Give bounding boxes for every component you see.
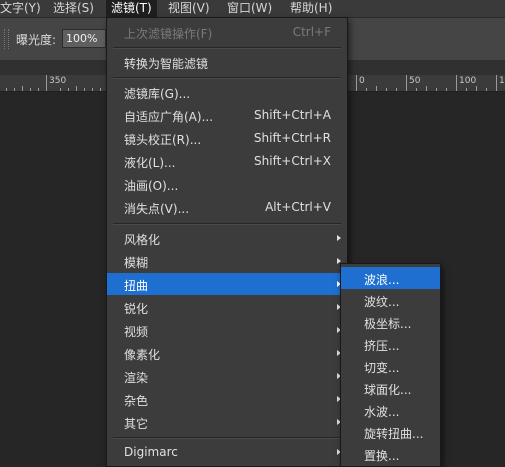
ruler-label-100: 100 (459, 76, 477, 86)
menu-item-video[interactable]: 视频 (107, 319, 347, 341)
menu-window[interactable]: 窗口(W) (227, 0, 272, 17)
menu-filter[interactable]: 滤镜(T) (106, 0, 157, 17)
exposure-input[interactable] (62, 29, 106, 48)
menu-item-liquify[interactable]: 液化(L)... Shift+Ctrl+X (107, 150, 347, 172)
distort-submenu: 波浪... 波纹... 极坐标... 挤压... 切变... 球面化... 水波… (340, 263, 441, 467)
menu-help[interactable]: 帮助(H) (290, 0, 332, 17)
menu-item-digimarc[interactable]: Digimarc (107, 441, 347, 463)
ruler-label-0: 0 (359, 76, 365, 86)
submenu-item-polar-coordinates[interactable]: 极坐标... (341, 311, 440, 333)
menu-item-filter-gallery[interactable]: 滤镜库(G)... (107, 81, 347, 103)
menu-item-last-filter[interactable]: 上次滤镜操作(F) Ctrl+F (107, 21, 347, 43)
menu-item-stylize[interactable]: 风格化 (107, 227, 347, 249)
submenu-item-spherize[interactable]: 球面化... (341, 377, 440, 399)
submenu-item-twirl[interactable]: 旋转扭曲... (341, 421, 440, 443)
menu-item-sharpen[interactable]: 锐化 (107, 296, 347, 318)
submenu-item-zigzag[interactable]: 水波... (341, 399, 440, 421)
ruler-label-350: 350 (49, 76, 67, 86)
submenu-item-ripple[interactable]: 波纹... (341, 289, 440, 311)
menu-item-oil-paint[interactable]: 油画(O)... (107, 173, 347, 195)
menu-item-other[interactable]: 其它 (107, 411, 347, 433)
menu-separator (113, 47, 341, 49)
ruler-label-150: 150 (499, 76, 505, 86)
submenu-item-shear[interactable]: 切变... (341, 355, 440, 377)
submenu-arrow-icon (337, 235, 341, 241)
menu-item-noise[interactable]: 杂色 (107, 388, 347, 410)
exposure-label: 曝光度: (16, 33, 57, 47)
menu-type[interactable]: 文字(Y) (0, 0, 41, 17)
menu-item-vanishing-point[interactable]: 消失点(V)... Alt+Ctrl+V (107, 196, 347, 218)
submenu-item-pinch[interactable]: 挤压... (341, 333, 440, 355)
options-grip-handle[interactable] (4, 29, 9, 49)
filter-menu-dropdown: 上次滤镜操作(F) Ctrl+F 转换为智能滤镜 滤镜库(G)... 自适应广角… (106, 17, 348, 467)
menu-separator (113, 223, 341, 225)
menu-item-blur[interactable]: 模糊 (107, 250, 347, 272)
ruler-label-50: 50 (409, 76, 421, 86)
menu-item-lens-correction[interactable]: 镜头校正(R)... Shift+Ctrl+R (107, 127, 347, 149)
menu-view[interactable]: 视图(V) (168, 0, 210, 17)
submenu-item-displace[interactable]: 置换... (341, 443, 440, 465)
submenu-item-wave[interactable]: 波浪... (341, 267, 440, 289)
menu-item-adaptive-wide-angle[interactable]: 自适应广角(A)... Shift+Ctrl+A (107, 104, 347, 126)
menu-item-convert-smart-filter[interactable]: 转换为智能滤镜 (107, 51, 347, 73)
menu-bar: 文字(Y) 选择(S) 滤镜(T) 视图(V) 窗口(W) 帮助(H) (0, 0, 505, 18)
menu-item-pixelate[interactable]: 像素化 (107, 342, 347, 364)
menu-separator (113, 77, 341, 79)
menu-item-distort[interactable]: 扭曲 (107, 273, 347, 295)
menu-item-render[interactable]: 渲染 (107, 365, 347, 387)
menu-select[interactable]: 选择(S) (53, 0, 94, 17)
menu-separator (113, 437, 341, 439)
